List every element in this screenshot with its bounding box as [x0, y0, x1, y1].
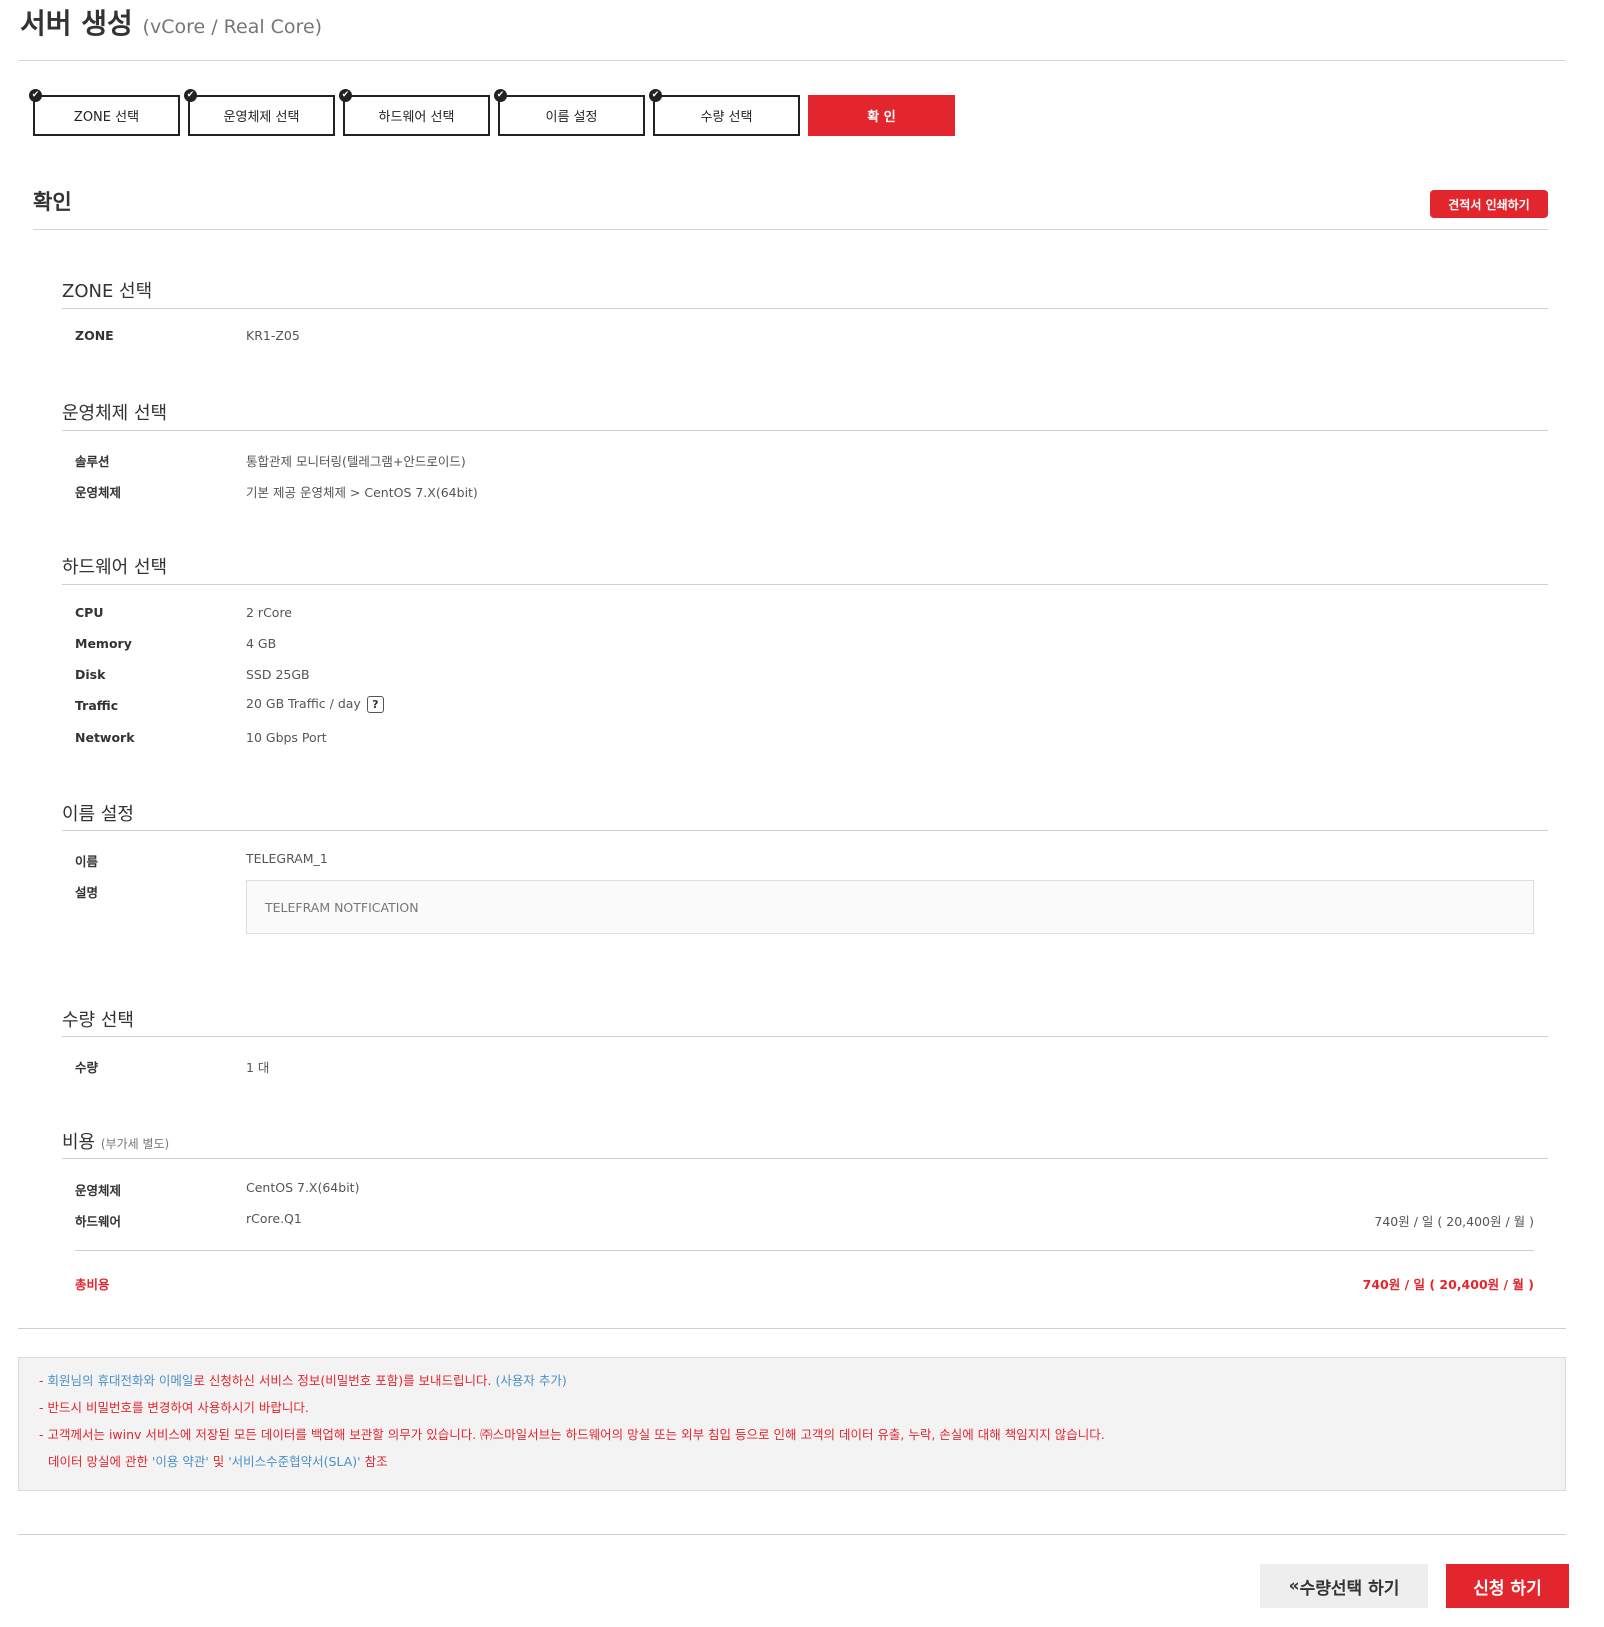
back-to-quantity-button[interactable]: «수량선택 하기: [1260, 1564, 1428, 1608]
check-icon: ✔: [494, 89, 507, 102]
total-cost-value: 740원 / 일 ( 20,400원 / 월 ): [1362, 1277, 1534, 1292]
cost-divider: [75, 1250, 1534, 1251]
divider: [18, 1534, 1566, 1535]
zone-group-title: ZONE 선택: [62, 281, 153, 302]
step-label: 확 인: [867, 110, 896, 125]
step-label: 하드웨어 선택: [378, 110, 455, 125]
apply-button[interactable]: 신청 하기: [1446, 1564, 1569, 1608]
check-icon: ✔: [339, 89, 352, 102]
group-divider: [62, 430, 1548, 431]
step-label: 이름 설정: [545, 110, 598, 125]
cost-title: 비용: [62, 1132, 96, 1153]
check-icon: ✔: [184, 89, 197, 102]
quantity-group-title: 수량 선택: [62, 1010, 134, 1031]
step-os[interactable]: ✔ 운영체제 선택: [184, 89, 335, 136]
description-value: TELEFRAM NOTFICATION: [265, 899, 419, 915]
section-divider: [33, 229, 1548, 230]
quantity-value: 1 대: [246, 1060, 270, 1075]
network-label: Network: [75, 730, 135, 745]
cpu-label: CPU: [75, 605, 104, 620]
notice-line-3: - 고객께서는 iwinv 서비스에 저장된 모든 데이터를 백업해 보관할 의…: [39, 1427, 1105, 1442]
step-hardware[interactable]: ✔ 하드웨어 선택: [339, 89, 490, 136]
notice-line-2: - 반드시 비밀번호를 변경하여 사용하시기 바랍니다.: [39, 1400, 309, 1415]
network-value: 10 Gbps Port: [246, 730, 327, 745]
os-label: 운영체제: [75, 485, 122, 500]
print-estimate-button[interactable]: 견적서 인쇄하기: [1430, 190, 1548, 218]
notice-text: 로 신청하신 서비스 정보(비밀번호 포함)를 보내드립니다.: [193, 1373, 496, 1388]
step-label: 운영체제 선택: [223, 110, 300, 125]
traffic-label: Traffic: [75, 698, 119, 713]
step-label: ZONE 선택: [73, 110, 140, 125]
disk-value: SSD 25GB: [246, 667, 310, 682]
solution-value: 통합관제 모니터링(텔레그램+안드로이드): [246, 454, 466, 469]
cost-os-label: 운영체제: [75, 1183, 122, 1198]
notice-line-4: 데이터 망실에 관한 '이용 약관' 및 '서비스수준협약서(SLA)' 참조: [39, 1453, 1545, 1471]
disk-label: Disk: [75, 667, 106, 682]
group-divider: [62, 1158, 1548, 1159]
zone-value: KR1-Z05: [246, 328, 300, 343]
zone-label: ZONE: [75, 328, 114, 343]
os-group-title: 운영체제 선택: [62, 403, 168, 424]
notice-contact-highlight: 회원님의 휴대전화와 이메일: [47, 1373, 194, 1388]
step-label: 수량 선택: [700, 110, 753, 125]
double-chevron-left-icon: «: [1288, 1576, 1300, 1596]
check-icon: ✔: [29, 89, 42, 102]
cost-hardware-value: rCore.Q1: [246, 1211, 302, 1226]
memory-value: 4 GB: [246, 636, 277, 651]
page-subtitle: (vCore / Real Core): [142, 16, 323, 38]
page-title-text: 서버 생성: [20, 7, 133, 40]
name-label: 이름: [75, 854, 99, 869]
quantity-label: 수량: [75, 1060, 99, 1075]
total-cost-label: 총비용: [75, 1277, 110, 1292]
step-confirm[interactable]: 확 인: [808, 95, 955, 136]
divider: [18, 1328, 1566, 1329]
memory-label: Memory: [75, 636, 132, 651]
name-group-title: 이름 설정: [62, 804, 134, 825]
cost-os-value: CentOS 7.X(64bit): [246, 1180, 360, 1195]
step-zone[interactable]: ✔ ZONE 선택: [29, 89, 180, 136]
notice-text: 참조: [360, 1454, 388, 1469]
cost-note: (부가세 별도): [100, 1137, 170, 1151]
add-user-link[interactable]: (사용자 추가): [496, 1373, 567, 1388]
notice-box: - 회원님의 휴대전화와 이메일로 신청하신 서비스 정보(비밀번호 포함)를 …: [18, 1357, 1566, 1491]
group-divider: [62, 1036, 1548, 1037]
description-label: 설명: [75, 885, 99, 900]
terms-link[interactable]: '이용 약관': [152, 1454, 209, 1469]
back-button-label: 수량선택 하기: [1299, 1578, 1400, 1599]
traffic-row: 20 GB Traffic / day?: [246, 696, 384, 713]
title-divider: [18, 60, 1566, 61]
cpu-value: 2 rCore: [246, 605, 292, 620]
sla-link[interactable]: '서비스수준협약서(SLA)': [228, 1454, 360, 1469]
confirm-header: 확인 견적서 인쇄하기: [33, 186, 1548, 218]
notice-line-1: - 회원님의 휴대전화와 이메일로 신청하신 서비스 정보(비밀번호 포함)를 …: [39, 1372, 1545, 1390]
step-name[interactable]: ✔ 이름 설정: [494, 89, 645, 136]
cost-hardware-label: 하드웨어: [75, 1214, 122, 1229]
traffic-value: 20 GB Traffic / day: [246, 696, 361, 711]
description-box: TELEFRAM NOTFICATION: [246, 880, 1534, 934]
step-quantity[interactable]: ✔ 수량 선택: [649, 89, 800, 136]
group-divider: [62, 584, 1548, 585]
notice-text: 데이터 망실에 관한: [48, 1454, 152, 1469]
name-value: TELEGRAM_1: [246, 851, 328, 866]
group-divider: [62, 308, 1548, 309]
os-value: 기본 제공 운영체제 > CentOS 7.X(64bit): [246, 485, 478, 500]
group-divider: [62, 830, 1548, 831]
notice-text: 및: [208, 1454, 229, 1469]
section-title: 확인: [33, 190, 72, 214]
cost-hardware-price: 740원 / 일 ( 20,400원 / 월 ): [1374, 1214, 1534, 1229]
cost-group-title: 비용 (부가세 별도): [62, 1128, 169, 1154]
check-icon: ✔: [649, 89, 662, 102]
hardware-group-title: 하드웨어 선택: [62, 557, 168, 578]
page-title: 서버 생성 (vCore / Real Core): [20, 2, 322, 42]
solution-label: 솔루션: [75, 454, 110, 469]
step-navigation: ✔ ZONE 선택 ✔ 운영체제 선택 ✔ 하드웨어 선택 ✔ 이름 설정 ✔ …: [29, 89, 955, 136]
help-icon[interactable]: ?: [366, 696, 384, 713]
